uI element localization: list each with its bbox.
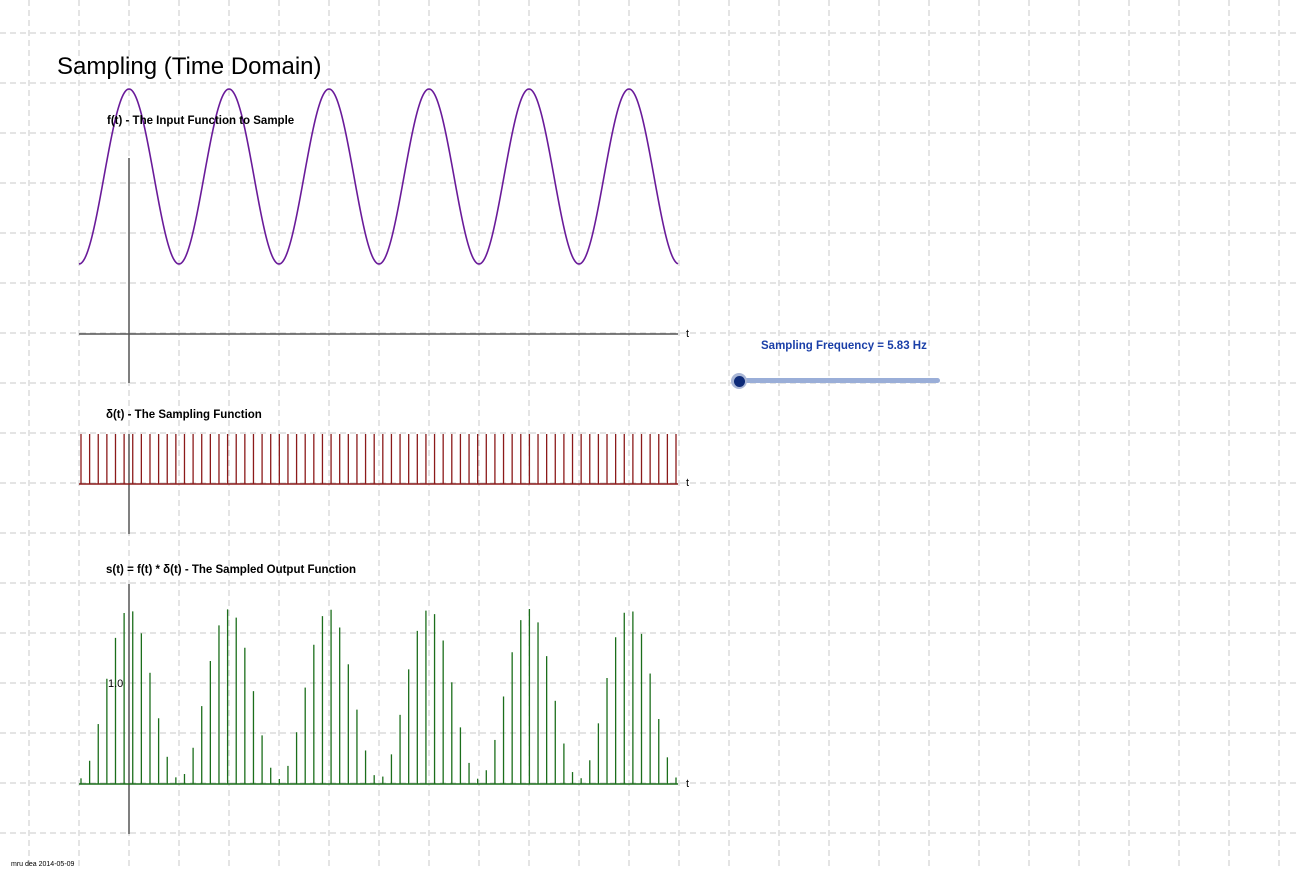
graphics-canvas xyxy=(0,0,1296,870)
input-plot-title: f(t) - The Input Function to Sample xyxy=(107,115,295,127)
output-plot-xlabel: t xyxy=(686,778,690,790)
sampling-plot-title: δ(t) - The Sampling Function xyxy=(106,409,262,421)
sampling-frequency-slider-handle[interactable] xyxy=(731,373,747,389)
sampling-frequency-slider-track[interactable] xyxy=(739,378,940,383)
input-plot-xlabel: t xyxy=(686,328,690,340)
footer-credit: mru dea 2014-05-09 xyxy=(11,861,75,868)
slider-handle-dot xyxy=(733,375,745,387)
output-ytick-label: 1.0 xyxy=(108,678,124,690)
output-plot-title: s(t) = f(t) * δ(t) - The Sampled Output … xyxy=(106,564,357,576)
page-title: Sampling (Time Domain) xyxy=(57,53,322,80)
sampling-frequency-label: Sampling Frequency = 5.83 Hz xyxy=(761,340,927,352)
background-grid xyxy=(0,0,1296,870)
sampling-plot-xlabel: t xyxy=(686,477,690,489)
